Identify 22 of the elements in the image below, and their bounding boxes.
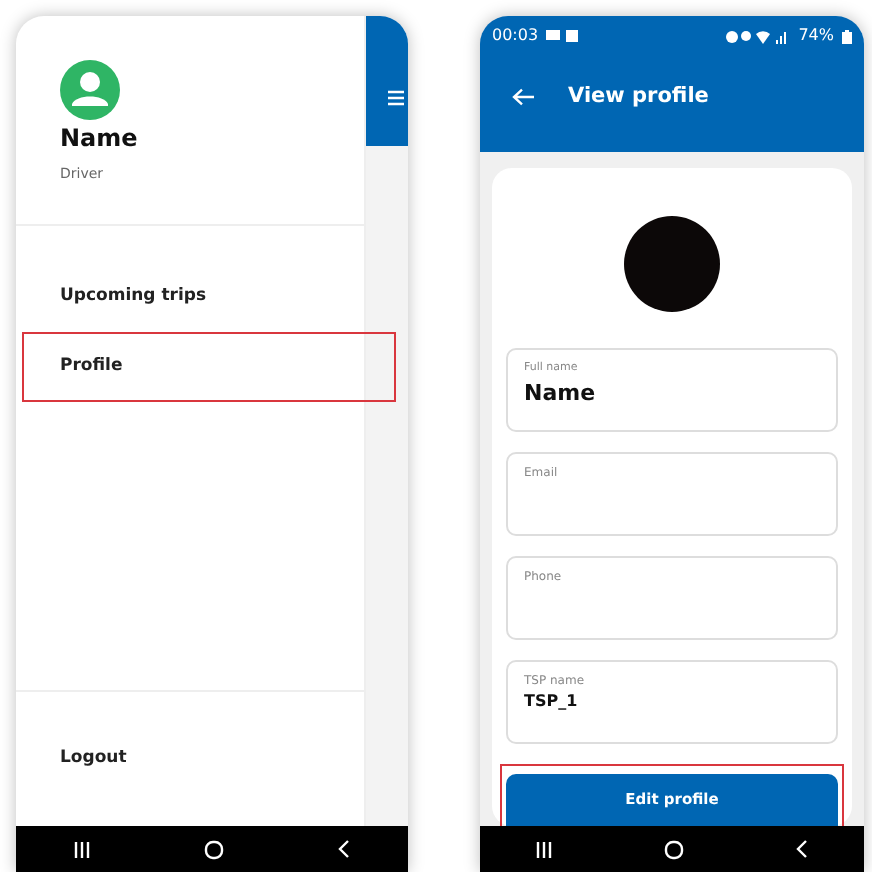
menu-item[interactable]: Profile	[22, 332, 396, 402]
status-time: 00:03	[492, 24, 539, 49]
home-icon[interactable]	[203, 839, 224, 859]
profile-photo-circle	[624, 216, 720, 313]
back-arrow-icon[interactable]	[512, 88, 536, 107]
user-name: Name	[60, 122, 140, 156]
logout-item[interactable]: Logout	[16, 724, 127, 794]
field-value: Name	[524, 377, 598, 410]
home-icon[interactable]	[664, 839, 684, 859]
battery-icon	[842, 29, 852, 44]
status-icons	[726, 29, 791, 44]
menu-icon[interactable]	[388, 90, 404, 106]
menu-item[interactable]: Upcoming trips	[16, 262, 364, 332]
status-notification-icons	[546, 30, 581, 43]
back-icon[interactable]	[338, 840, 351, 858]
recent-apps-icon[interactable]	[536, 841, 552, 857]
battery-percent: 74%	[798, 24, 834, 49]
user-avatar-icon	[60, 60, 120, 120]
back-icon[interactable]	[796, 840, 808, 858]
screen-title: View profile	[568, 81, 709, 112]
field-value: TSP_1	[524, 690, 580, 715]
recent-apps-icon[interactable]	[73, 841, 90, 857]
